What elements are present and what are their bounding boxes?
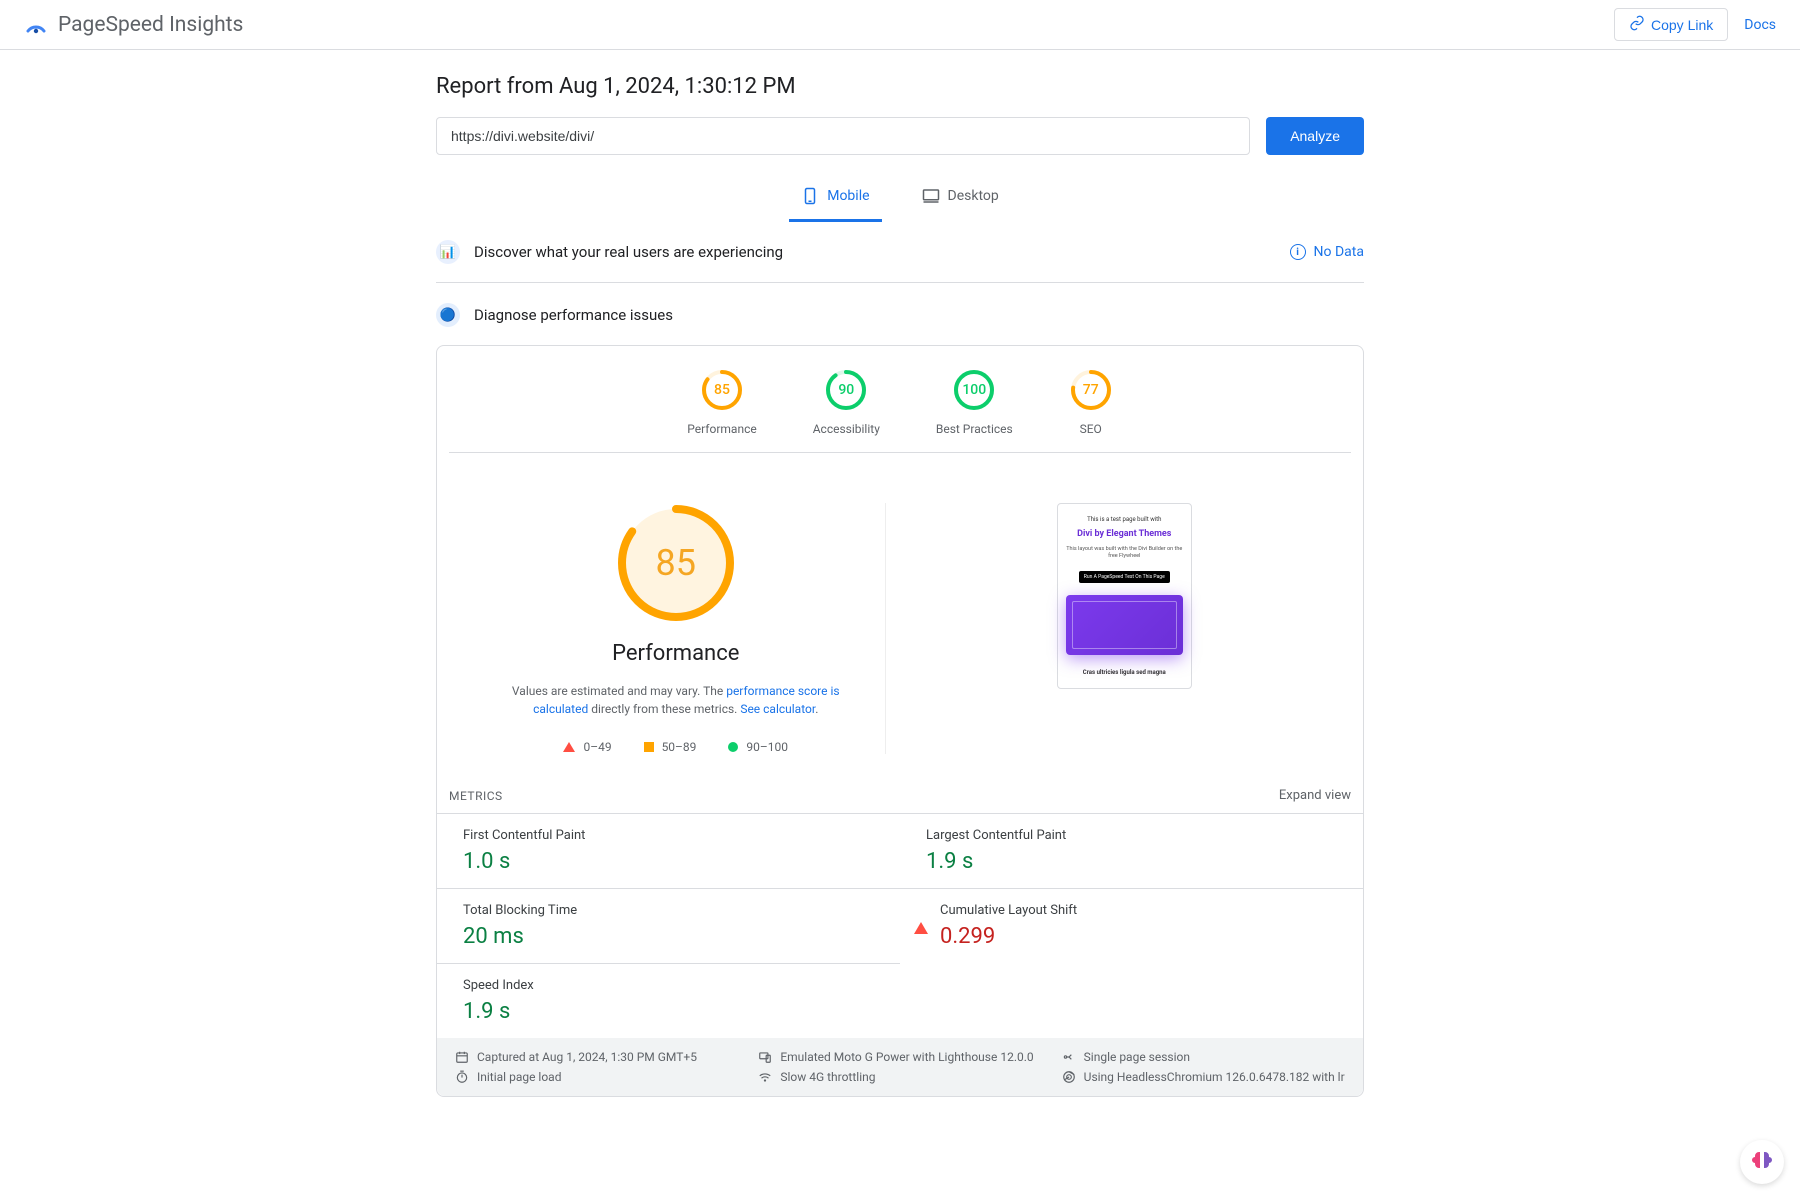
psi-logo-icon [24,13,48,37]
triangle-red-icon [914,906,928,934]
performance-main: 85 Performance Values are estimated and … [437,453,1363,774]
performance-score: 85 [656,542,696,584]
performance-heading: Performance [612,641,739,666]
env-captured: Captured at Aug 1, 2024, 1:30 PM GMT+5 [455,1050,738,1064]
header-left: PageSpeed Insights [24,13,243,37]
report-title: Report from Aug 1, 2024, 1:30:12 PM [436,74,1364,99]
gauge-performance[interactable]: 85 Performance [687,368,756,436]
discover-icon: 📊 [436,240,460,264]
gauge-label: Accessibility [813,422,880,436]
metrics-title: METRICS [449,789,503,803]
gauge-accessibility[interactable]: 90 Accessibility [813,368,880,436]
mobile-icon [801,187,819,205]
triangle-red-icon [563,742,575,752]
gauge-label: SEO [1080,422,1102,436]
analyze-button[interactable]: Analyze [1266,117,1364,155]
diagnose-section: 🔵 Diagnose performance issues [436,283,1364,345]
metric-cumulative-layout-shift: Cumulative Layout Shift 0.299 [900,888,1363,963]
no-data[interactable]: i No Data [1290,244,1364,260]
app-title: PageSpeed Insights [58,13,243,37]
tab-mobile[interactable]: Mobile [789,177,881,222]
performance-left: 85 Performance Values are estimated and … [467,503,886,754]
gauge-score: 90 [838,382,854,398]
see-calculator-link[interactable]: See calculator [740,702,815,716]
device-tabs: Mobile Desktop [436,177,1364,222]
gauge-seo[interactable]: 77 SEO [1069,368,1113,436]
env-session: Single page session [1062,1050,1345,1064]
env-throttle: Slow 4G throttling [758,1070,1041,1084]
timer-icon [455,1070,469,1084]
metric-largest-contentful-paint: Largest Contentful Paint 1.9 s [900,813,1363,888]
gauge-label: Performance [687,422,756,436]
metric-total-blocking-time: Total Blocking Time 20 ms [437,888,900,963]
legend-red: 0–49 [563,740,611,754]
docs-link[interactable]: Docs [1744,17,1776,33]
wifi-icon [758,1070,772,1084]
metric-value: 1.9 s [463,999,886,1024]
square-orange-icon [644,742,654,752]
copy-link-button[interactable]: Copy Link [1614,8,1728,41]
gauge-score: 100 [962,382,986,398]
no-data-label: No Data [1314,244,1364,260]
gauge-score: 77 [1083,382,1099,398]
app-header: PageSpeed Insights Copy Link Docs [0,0,1800,50]
env-load: Initial page load [455,1070,738,1084]
performance-gauge: 85 [616,503,736,623]
page-screenshot: This is a test page built with Divi by E… [1057,503,1192,689]
metric-name: First Contentful Paint [463,828,886,843]
screenshot-hero-icon [1066,595,1183,655]
brain-icon [1750,1148,1774,1177]
metric-value: 1.0 s [463,849,886,874]
help-float-button[interactable] [1740,1140,1784,1184]
url-input[interactable] [436,117,1250,155]
environment-footer: Captured at Aug 1, 2024, 1:30 PM GMT+5 E… [437,1038,1363,1096]
circle-green-icon [728,742,738,752]
discover-section: 📊 Discover what your real users are expe… [436,222,1364,283]
chrome-icon [1062,1070,1076,1084]
tab-desktop[interactable]: Desktop [910,177,1011,222]
expand-view-link[interactable]: Expand view [1279,788,1351,803]
metric-name: Total Blocking Time [463,903,886,918]
copy-link-label: Copy Link [1651,17,1713,33]
legend-row: 0–49 50–89 90–100 [563,740,788,754]
diagnose-title: Diagnose performance issues [474,306,673,324]
discover-title: Discover what your real users are experi… [474,243,783,261]
metric-first-contentful-paint: First Contentful Paint 1.0 s [437,813,900,888]
metric-value: 0.299 [940,924,1349,949]
metric-value: 1.9 s [926,849,1349,874]
gauges-row: 85 Performance 90 Accessibility 100 Best… [449,346,1351,453]
device-icon [758,1050,772,1064]
link-icon [1629,15,1645,34]
calendar-icon [455,1050,469,1064]
legend-orange: 50–89 [644,740,697,754]
metric-value: 20 ms [463,924,886,949]
gauge-label: Best Practices [936,422,1013,436]
metric-name: Largest Contentful Paint [926,828,1349,843]
metric-name: Cumulative Layout Shift [940,903,1349,918]
env-browser: Using HeadlessChromium 126.0.6478.182 wi… [1062,1070,1345,1084]
desktop-icon [922,187,940,205]
info-icon: i [1290,244,1306,260]
tab-mobile-label: Mobile [827,188,869,204]
header-right: Copy Link Docs [1614,8,1776,41]
main-content: Report from Aug 1, 2024, 1:30:12 PM Anal… [420,50,1380,1157]
report-card: 85 Performance 90 Accessibility 100 Best… [436,345,1364,1097]
gauge-best-practices[interactable]: 100 Best Practices [936,368,1013,436]
performance-desc: Values are estimated and may vary. The p… [486,682,866,718]
gauge-score: 85 [714,382,730,398]
session-icon [1062,1050,1076,1064]
tab-desktop-label: Desktop [948,188,999,204]
env-emulated: Emulated Moto G Power with Lighthouse 12… [758,1050,1041,1064]
diagnose-icon: 🔵 [436,303,460,327]
performance-right: This is a test page built with Divi by E… [916,503,1334,754]
metric-speed-index: Speed Index 1.9 s [437,963,900,1038]
metrics-grid: First Contentful Paint 1.0 s Largest Con… [437,813,1363,1038]
metrics-header: METRICS Expand view [437,774,1363,813]
url-row: Analyze [436,117,1364,155]
metric-name: Speed Index [463,978,886,993]
legend-green: 90–100 [728,740,788,754]
